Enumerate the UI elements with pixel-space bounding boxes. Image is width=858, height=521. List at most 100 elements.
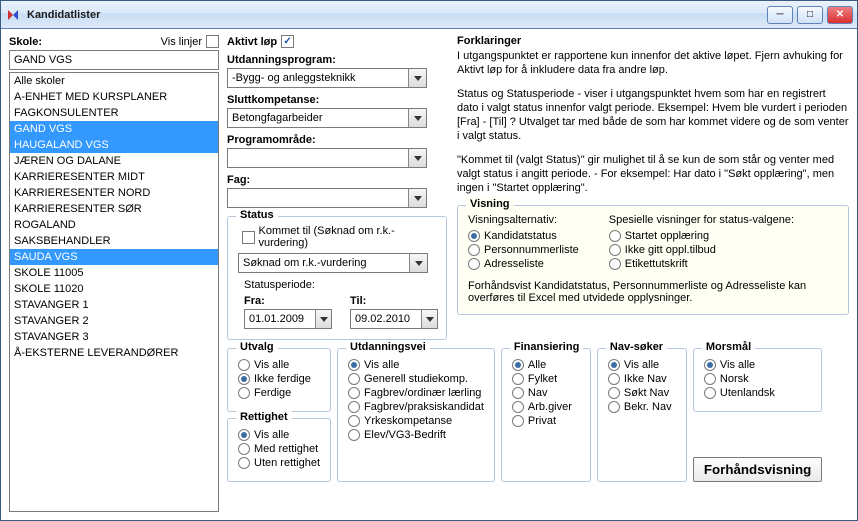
til-date-input[interactable]: 09.02.2010 [350,309,438,329]
window-buttons: ─ □ ✕ [767,6,853,24]
statusperiode-label: Statusperiode: [244,279,436,291]
list-item[interactable]: STAVANGER 1 [10,297,218,313]
list-item[interactable]: A-ENHET MED KURSPLANER [10,89,218,105]
navsoker-option[interactable]: Søkt Nav [608,387,676,399]
utvalg-option[interactable]: Ikke ferdige [238,373,320,385]
radio-icon [348,401,360,413]
visning-right-option[interactable]: Etikettutskrift [609,258,794,270]
programomrade-label: Programområde: [227,134,447,146]
skole-label: Skole: [9,36,42,48]
utvalg-option[interactable]: Vis alle [238,359,320,371]
list-item[interactable]: ROGALAND [10,217,218,233]
radio-label: Fagbrev/praksiskandidat [364,401,484,413]
bottom-row: Utvalg Vis alleIkke ferdigeFerdige Retti… [227,348,849,482]
list-item[interactable]: SAKSBEHANDLER [10,233,218,249]
rettighet-option[interactable]: Med rettighet [238,443,320,455]
finansiering-option[interactable]: Arb.giver [512,401,580,413]
radio-label: Fylket [528,373,557,385]
maximize-button[interactable]: □ [797,6,823,24]
list-item[interactable]: FAGKONSULENTER [10,105,218,121]
radio-icon [238,359,250,371]
navsoker-option[interactable]: Ikke Nav [608,373,676,385]
programomrade-combo[interactable] [227,148,427,168]
list-item[interactable]: Alle skoler [10,73,218,89]
close-button[interactable]: ✕ [827,6,853,24]
utdanningsvei-option[interactable]: Vis alle [348,359,484,371]
minimize-button[interactable]: ─ [767,6,793,24]
list-item[interactable]: SAUDA VGS [10,249,218,265]
sluttkompetanse-label: Sluttkompetanse: [227,94,447,106]
list-item[interactable]: HAUGALAND VGS [10,137,218,153]
finansiering-option[interactable]: Fylket [512,373,580,385]
filters-column: Aktivt løp ✓ Utdanningsprogram: -Bygg- o… [227,35,447,340]
utdanningsvei-option[interactable]: Fagbrev/praksiskandidat [348,401,484,413]
sluttkompetanse-combo[interactable]: Betongfagarbeider [227,108,427,128]
radio-icon [608,401,620,413]
forklaringer-p3: "Kommet til (valgt Status)" gir mulighet… [457,153,849,195]
radio-label: Ferdige [254,387,291,399]
finansiering-option[interactable]: Alle [512,359,580,371]
visning-right-option[interactable]: Ikke gitt oppl.tilbud [609,244,794,256]
fag-label: Fag: [227,174,447,186]
utvalg-option[interactable]: Ferdige [238,387,320,399]
list-item[interactable]: GAND VGS [10,121,218,137]
radio-icon [704,359,716,371]
fag-combo[interactable] [227,188,427,208]
kommet-til-checkbox[interactable] [242,231,255,244]
radio-label: Med rettighet [254,443,318,455]
explanation-column: Forklaringer I utgangspunktet er rapport… [457,35,849,340]
list-item[interactable]: SKOLE 11020 [10,281,218,297]
radio-icon [238,443,250,455]
vis-linjer-checkbox[interactable] [206,35,219,48]
window-title: Kandidatlister [27,9,767,21]
utdanningsvei-option[interactable]: Fagbrev/ordinær lærling [348,387,484,399]
radio-icon [608,387,620,399]
visning-left-option[interactable]: Adresseliste [468,258,579,270]
list-item[interactable]: JÆREN OG DALANE [10,153,218,169]
status-combo[interactable]: Søknad om r.k.-vurdering [238,253,428,273]
finansiering-option[interactable]: Nav [512,387,580,399]
navsoker-option[interactable]: Bekr. Nav [608,401,676,413]
list-item[interactable]: STAVANGER 2 [10,313,218,329]
morsmal-option[interactable]: Vis alle [704,359,811,371]
visning-right-option[interactable]: Startet opplæring [609,230,794,242]
forhandsvisning-button[interactable]: Forhåndsvisning [693,457,822,482]
skole-input[interactable] [9,50,219,70]
radio-icon [238,457,250,469]
radio-label: Vis alle [254,429,289,441]
list-item[interactable]: Å-EKSTERNE LEVERANDØRER [10,345,218,361]
app-icon [5,7,21,23]
list-item[interactable]: STAVANGER 3 [10,329,218,345]
navsoker-option[interactable]: Vis alle [608,359,676,371]
utdanningsprogram-combo[interactable]: -Bygg- og anleggsteknikk [227,68,427,88]
rettighet-option[interactable]: Uten rettighet [238,457,320,469]
radio-label: Fagbrev/ordinær lærling [364,387,481,399]
aktivt-lop-label: Aktivt løp [227,36,277,48]
visning-left-option[interactable]: Personnummerliste [468,244,579,256]
visning-group: Visning Visningsalternativ: Kandidatstat… [457,205,849,315]
titlebar[interactable]: Kandidatlister ─ □ ✕ [1,1,857,29]
morsmal-option[interactable]: Utenlandsk [704,387,811,399]
list-item[interactable]: SKOLE 11005 [10,265,218,281]
aktivt-lop-checkbox[interactable]: ✓ [281,35,294,48]
radio-label: Bekr. Nav [624,401,672,413]
radio-icon [608,359,620,371]
visning-left-option[interactable]: Kandidatstatus [468,230,579,242]
chevron-down-icon [315,310,331,328]
utdanningsvei-option[interactable]: Generell studiekomp. [348,373,484,385]
fra-date-input[interactable]: 01.01.2009 [244,309,332,329]
rettighet-option[interactable]: Vis alle [238,429,320,441]
radio-label: Nav [528,387,548,399]
radio-icon [238,429,250,441]
list-item[interactable]: KARRIERESENTER MIDT [10,169,218,185]
radio-label: Personnummerliste [484,244,579,256]
list-item[interactable]: KARRIERESENTER SØR [10,201,218,217]
skole-list[interactable]: Alle skolerA-ENHET MED KURSPLANERFAGKONS… [9,72,219,512]
morsmal-option[interactable]: Norsk [704,373,811,385]
radio-icon [512,415,524,427]
spesielle-visninger-label: Spesielle visninger for status-valgene: [609,214,794,226]
list-item[interactable]: KARRIERESENTER NORD [10,185,218,201]
utdanningsvei-option[interactable]: Elev/VG3-Bedrift [348,429,484,441]
finansiering-option[interactable]: Privat [512,415,580,427]
utdanningsvei-option[interactable]: Yrkeskompetanse [348,415,484,427]
